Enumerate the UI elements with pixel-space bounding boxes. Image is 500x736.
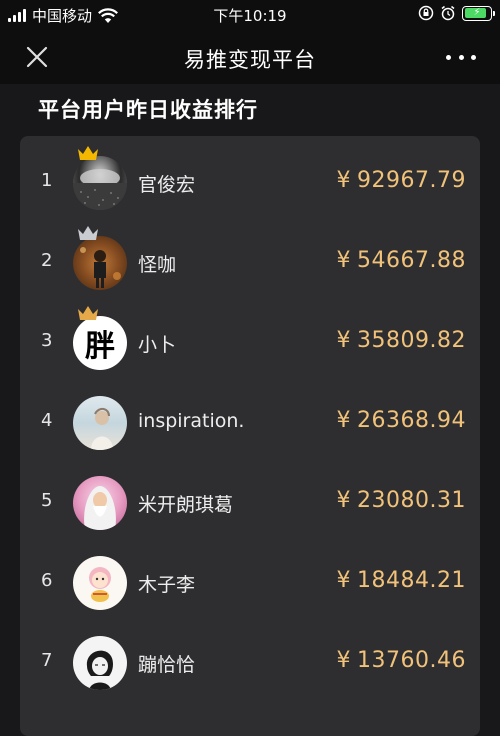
earnings-amount: ¥23080.31	[337, 488, 466, 513]
amount-value: 23080.31	[357, 488, 466, 513]
rank-number: 2	[41, 250, 53, 271]
ranking-row[interactable]: 5 米开朗琪葛 ¥23080.31	[20, 462, 480, 542]
currency-symbol: ¥	[336, 168, 352, 193]
nav-bar: 易推变现平台	[0, 30, 500, 84]
ranking-row[interactable]: 1 官俊宏 ¥92967.79	[20, 142, 480, 222]
user-name: 木子李	[138, 574, 196, 596]
amount-value: 26368.94	[357, 408, 466, 433]
user-name: 蹦恰恰	[138, 654, 196, 676]
ranking-row[interactable]: 4 inspiration. ¥26368.94	[20, 382, 480, 462]
rank-number: 3	[41, 330, 53, 351]
currency-symbol: ¥	[336, 248, 352, 273]
amount-value: 35809.82	[357, 328, 466, 353]
currency-symbol: ¥	[336, 408, 352, 433]
earnings-amount: ¥35809.82	[337, 328, 466, 353]
currency-symbol: ¥	[336, 488, 352, 513]
amount-value: 54667.88	[357, 248, 466, 273]
avatar: 胖	[73, 306, 127, 370]
rank-number: 1	[41, 170, 53, 191]
avatar	[73, 146, 127, 210]
currency-symbol: ¥	[336, 648, 352, 673]
more-icon[interactable]	[446, 44, 476, 70]
alarm-icon	[441, 5, 455, 21]
ranking-row[interactable]: 2 怪咖 ¥54667.88	[20, 222, 480, 302]
avatar	[73, 226, 127, 290]
earnings-amount: ¥26368.94	[337, 408, 466, 433]
ranking-row[interactable]: 6 木子李 ¥18484.21	[20, 542, 480, 622]
avatar-text: 胖	[85, 329, 115, 364]
avatar	[73, 636, 127, 690]
ranking-row[interactable]: 7 蹦恰恰 ¥13760.46	[20, 622, 480, 702]
bronze-crown-icon	[78, 306, 98, 320]
battery-icon: ⚡	[462, 5, 495, 21]
gold-crown-icon	[78, 146, 98, 160]
section-title: 平台用户昨日收益排行	[38, 98, 258, 122]
status-bar: 中国移动 下午10:19 ⚡	[0, 0, 500, 30]
earnings-amount: ¥13760.46	[337, 648, 466, 673]
avatar	[73, 556, 127, 610]
page-title: 易推变现平台	[184, 48, 316, 72]
avatar	[73, 396, 127, 450]
user-name: inspiration.	[138, 410, 245, 432]
amount-value: 92967.79	[357, 168, 466, 193]
currency-symbol: ¥	[336, 568, 352, 593]
avatar	[73, 476, 127, 530]
status-right: ⚡	[418, 5, 495, 21]
user-name: 小卜	[138, 334, 177, 356]
rank-number: 5	[41, 490, 53, 511]
amount-value: 13760.46	[357, 648, 466, 673]
rotation-lock-icon	[418, 5, 434, 21]
ranking-card: 1 官俊宏 ¥92967.79 2 怪咖 ¥ 54667.88 3 胖 小卜 ¥…	[20, 136, 480, 736]
ranking-row[interactable]: 3 胖 小卜 ¥35809.82	[20, 302, 480, 382]
rank-number: 6	[41, 570, 53, 591]
earnings-amount: ¥92967.79	[337, 168, 466, 193]
rank-number: 7	[41, 650, 53, 671]
rank-number: 4	[41, 410, 53, 431]
user-name: 怪咖	[138, 254, 177, 276]
user-name: 官俊宏	[138, 174, 196, 196]
currency-symbol: ¥	[336, 328, 352, 353]
user-name: 米开朗琪葛	[138, 494, 234, 516]
earnings-amount: ¥18484.21	[337, 568, 466, 593]
amount-value: 18484.21	[357, 568, 466, 593]
earnings-amount: ¥54667.88	[337, 248, 466, 273]
silver-crown-icon	[78, 226, 98, 240]
